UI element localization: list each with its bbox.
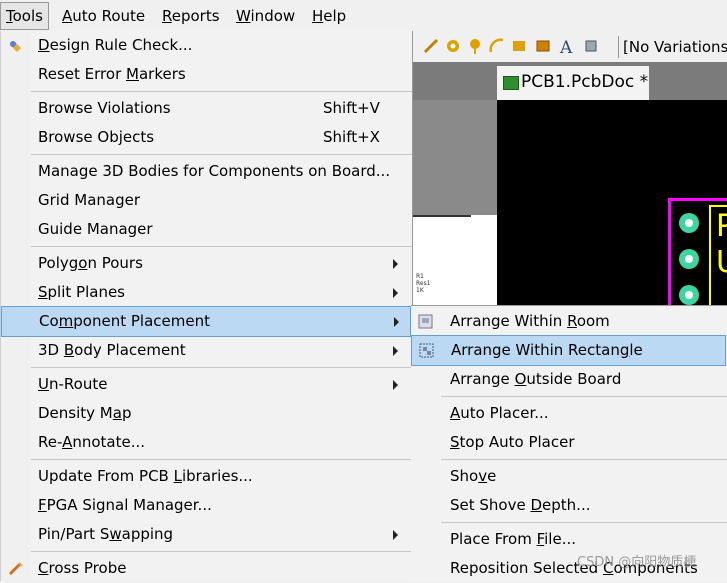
menubar-help[interactable]: Help: [307, 3, 351, 29]
pad: [679, 285, 699, 305]
submenu-arrow-icon: [393, 380, 398, 390]
pad: [679, 249, 699, 269]
menu-separator: [31, 367, 412, 368]
menu-item-reset-error-markers[interactable]: Reset Error Markers: [1, 60, 411, 89]
watermark: CSDN @向阳物质梗: [577, 555, 697, 570]
submenu-item-auto-placer[interactable]: Auto Placer...: [411, 399, 727, 428]
submenu-item-arrange-within-room[interactable]: Arrange Within Room: [411, 307, 727, 336]
menu-item-pin-part-swapping[interactable]: Pin/Part Swapping: [1, 520, 411, 549]
menu-separator: [31, 246, 412, 247]
pad: [679, 213, 699, 233]
arc-icon[interactable]: [489, 38, 505, 54]
pcb-component-footprint[interactable]: P U: [668, 198, 727, 314]
menu-item-polygon-pours[interactable]: Polygon Pours: [1, 249, 411, 278]
variations-dropdown[interactable]: [No Variations: [618, 36, 727, 58]
shortcut-label: Shift+X: [323, 128, 380, 146]
menu-item-density-map[interactable]: Density Map: [1, 399, 411, 428]
submenu-arrow-icon: [393, 288, 398, 298]
menu-item-browse-objects[interactable]: Browse Objects Shift+X: [1, 123, 411, 152]
shortcut-label: Shift+V: [323, 99, 380, 117]
menubar-reports[interactable]: Reports: [157, 3, 225, 29]
polygon-icon[interactable]: [535, 38, 551, 54]
toolbar: A [No Variations: [411, 32, 727, 62]
submenu-item-stop-auto-placer[interactable]: Stop Auto Placer: [411, 428, 727, 457]
submenu-item-arrange-within-rectangle[interactable]: Arrange Within Rectangle: [411, 335, 726, 366]
menu-item-un-route[interactable]: Un-Route: [1, 370, 411, 399]
menu-separator: [31, 154, 412, 155]
pin-icon[interactable]: [467, 38, 483, 54]
schematic-preview: R1 Res1 1K: [411, 215, 497, 310]
menu-bar: Tools Auto Route Reports Window Help: [0, 0, 727, 31]
menu-item-guide-manager[interactable]: Guide Manager: [1, 215, 411, 244]
pcb-designator-text: P: [716, 209, 727, 244]
menubar-tools[interactable]: Tools: [0, 2, 49, 30]
pcb-document-tab[interactable]: PCB1.PcbDoc *: [497, 66, 649, 100]
submenu-separator: [441, 459, 727, 460]
menu-separator: [31, 459, 412, 460]
submenu-separator: [441, 396, 727, 397]
menu-item-update-from-pcb-libraries[interactable]: Update From PCB Libraries...: [1, 462, 411, 491]
fill-icon[interactable]: [511, 38, 527, 54]
submenu-arrow-icon: [393, 530, 398, 540]
component-placement-submenu: Arrange Within Room Arrange Within Recta…: [411, 305, 727, 582]
menu-item-manage-3d-bodies[interactable]: Manage 3D Bodies for Components on Board…: [1, 157, 411, 186]
menu-item-re-annotate[interactable]: Re-Annotate...: [1, 428, 411, 457]
component-icon[interactable]: [583, 38, 599, 54]
menu-item-split-planes[interactable]: Split Planes: [1, 278, 411, 307]
submenu-item-shove[interactable]: Shove: [411, 462, 727, 491]
menu-item-component-placement[interactable]: Component Placement: [1, 306, 411, 337]
submenu-arrow-icon: [394, 317, 399, 327]
submenu-item-set-shove-depth[interactable]: Set Shove Depth...: [411, 491, 727, 520]
arrange-within-rectangle-icon: [419, 343, 434, 358]
menu-item-browse-violations[interactable]: Browse Violations Shift+V: [1, 94, 411, 123]
design-rule-check-icon: [10, 41, 21, 52]
menu-item-cross-probe[interactable]: Cross Probe: [1, 554, 411, 583]
arrange-within-room-icon: [418, 314, 433, 329]
submenu-item-arrange-outside-board[interactable]: Arrange Outside Board: [411, 365, 727, 394]
submenu-separator: [441, 522, 727, 523]
submenu-arrow-icon: [393, 346, 398, 356]
menu-item-3d-body-placement[interactable]: 3D Body Placement: [1, 336, 411, 365]
pcb-designator-text: U: [716, 245, 727, 280]
schematic-wire: [411, 215, 471, 217]
pcb-document-tab-label: PCB1.PcbDoc *: [521, 72, 649, 92]
net-color-icon[interactable]: [423, 38, 439, 54]
submenu-item-place-from-file[interactable]: Place From File...: [411, 525, 727, 554]
menubar-window[interactable]: Window: [231, 3, 300, 29]
menu-item-fpga-signal-manager[interactable]: FPGA Signal Manager...: [1, 491, 411, 520]
pcb-doc-icon: [503, 76, 519, 90]
menubar-tools-rest: ools: [12, 7, 43, 25]
menubar-auto-route[interactable]: Auto Route: [57, 3, 150, 29]
menu-separator: [31, 551, 412, 552]
via-icon[interactable]: [445, 38, 461, 54]
cross-probe-icon: [8, 562, 23, 576]
menu-separator: [31, 91, 412, 92]
menu-item-grid-manager[interactable]: Grid Manager: [1, 186, 411, 215]
submenu-arrow-icon: [393, 259, 398, 269]
schematic-resistor-label: R1 Res1 1K: [416, 273, 431, 294]
menu-item-design-rule-check[interactable]: Design Rule Check...: [1, 31, 411, 60]
tools-menu: Design Rule Check... Reset Error Markers…: [0, 31, 413, 581]
svg-text:A: A: [559, 38, 573, 54]
string-icon[interactable]: A: [559, 38, 575, 54]
